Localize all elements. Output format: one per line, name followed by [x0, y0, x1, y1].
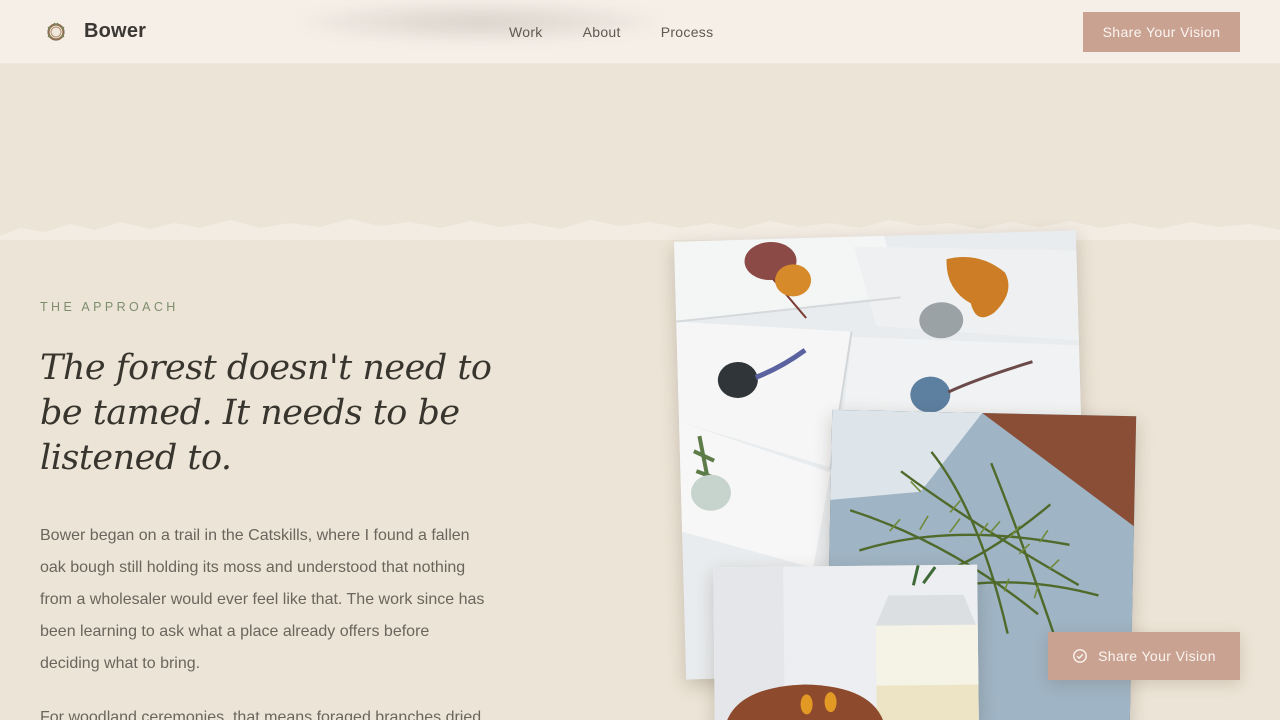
main-nav: Work About Process — [509, 0, 713, 64]
nav-about[interactable]: About — [583, 24, 621, 40]
section-eyebrow: THE APPROACH — [40, 300, 179, 314]
site-header: Bower Work About Process Share Your Visi… — [0, 0, 1280, 64]
nav-work[interactable]: Work — [509, 24, 543, 40]
nav-process[interactable]: Process — [661, 24, 714, 40]
floating-cta-label: Share Your Vision — [1098, 648, 1216, 664]
brand-name: Bower — [84, 20, 147, 42]
torn-paper-edge — [0, 219, 1280, 244]
section-headline: The forest doesn't need to be tamed. It … — [40, 348, 492, 478]
body-paragraph-2: For woodland ceremonies, that means fora… — [40, 709, 482, 720]
check-circle-icon — [1072, 648, 1088, 664]
body-paragraph: Bower began on a trail in the Catskills,… — [40, 527, 485, 672]
candle-and-bowl-photo — [713, 564, 979, 720]
share-vision-button[interactable]: Share Your Vision — [1083, 12, 1240, 52]
wreath-icon — [40, 16, 72, 48]
floating-share-vision-button[interactable]: Share Your Vision — [1048, 632, 1240, 680]
brand[interactable]: Bower — [40, 16, 146, 48]
